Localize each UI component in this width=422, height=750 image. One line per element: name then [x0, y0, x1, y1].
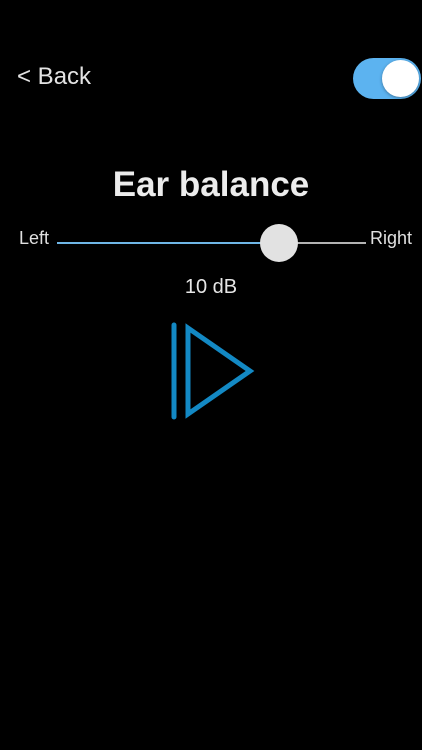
balance-value-readout: 10 dB [184, 276, 238, 298]
play-icon [171, 322, 255, 420]
slider-left-label: Left [19, 228, 50, 248]
slider-thumb[interactable] [260, 224, 298, 262]
page-title: Ear balance [112, 165, 310, 204]
toggle-switch[interactable] [353, 58, 421, 99]
slider-right-label: Right [370, 228, 413, 248]
back-button[interactable]: < Back [17, 60, 91, 94]
back-button-label: < Back [17, 63, 92, 90]
balance-slider[interactable] [57, 224, 366, 262]
toggle-knob [382, 60, 419, 97]
play-button[interactable] [168, 322, 256, 420]
slider-track-fill [57, 242, 279, 244]
